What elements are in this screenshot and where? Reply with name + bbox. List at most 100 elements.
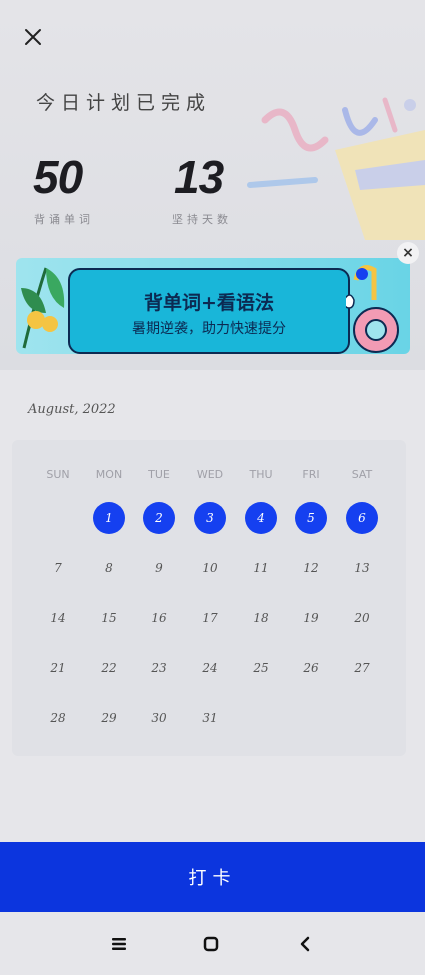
calendar-day-number: 11 [253,561,269,575]
banner-title: 背单词+看语法 [144,292,274,314]
calendar-day[interactable]: 8 [84,548,134,588]
weekday-label: SAT [351,467,373,481]
calendar-day[interactable]: 16 [134,598,184,638]
system-nav-bar [0,912,425,975]
calendar-week: 28 29 30 31 [12,698,406,738]
calendar-day[interactable]: 7 [33,548,83,588]
calendar-day[interactable]: 17 [185,598,235,638]
calendar-day[interactable]: 2 [134,498,184,538]
weekday-label: SUN [46,467,70,481]
calendar-day[interactable]: 19 [286,598,336,638]
calendar-day-number: 27 [354,661,370,675]
calendar-day-number: 1 [93,502,125,534]
calendar-week: 14 15 16 17 18 19 20 [12,598,406,638]
calendar-day[interactable]: 26 [286,648,336,688]
weekday-header: SUN MON TUE WED THU FRI SAT [12,454,406,494]
calendar-day[interactable]: 24 [185,648,235,688]
calendar-day-number: 12 [303,561,319,575]
calendar-day[interactable]: 5 [286,498,336,538]
calendar-day-number: 25 [253,661,269,675]
banner-card: 背单词+看语法 暑期逆袭，助力快速提分 [68,268,350,354]
streak-count: 13 [174,151,224,203]
calendar-day[interactable]: 23 [134,648,184,688]
calendar-day[interactable]: 13 [337,548,387,588]
calendar-day-number: 20 [354,611,370,625]
words-count: 50 [33,151,83,203]
weekday-label: TUE [148,467,170,481]
calendar-day[interactable]: 1 [84,498,134,538]
calendar-day[interactable]: 21 [33,648,83,688]
calendar-day[interactable]: 22 [84,648,134,688]
calendar-day-number: 30 [151,711,167,725]
calendar-empty-cell [33,498,83,538]
calendar-day[interactable]: 20 [337,598,387,638]
calendar-empty-cell [337,698,387,738]
calendar-day-number: 18 [253,611,269,625]
calendar-week: 123456 [12,498,406,538]
swim-ring-illustration [346,265,399,353]
menu-button[interactable] [107,932,131,956]
calendar-day[interactable]: 14 [33,598,83,638]
weekday-label: MON [95,467,123,481]
back-icon [300,936,310,952]
calendar-day[interactable]: 30 [134,698,184,738]
calendar-day-number: 22 [101,661,117,675]
calendar-day-number: 29 [101,711,117,725]
calendar-day[interactable]: 10 [185,548,235,588]
calendar-day[interactable]: 25 [236,648,286,688]
calendar-day[interactable]: 9 [134,548,184,588]
calendar-day[interactable]: 31 [185,698,235,738]
calendar-day[interactable]: 15 [84,598,134,638]
calendar-day-number: 9 [155,561,163,575]
calendar-day[interactable]: 28 [33,698,83,738]
home-icon [203,936,219,952]
calendar-day-number: 26 [303,661,319,675]
back-button[interactable] [293,932,317,956]
month-label: August, 2022 [28,402,116,417]
calendar-day[interactable]: 29 [84,698,134,738]
calendar-day[interactable]: 4 [236,498,286,538]
completion-title: 今日计划已完成 [36,92,212,114]
calendar-day[interactable]: 12 [286,548,336,588]
calendar-day-number: 28 [50,711,66,725]
calendar-empty-cell [236,698,286,738]
calendar-day-number: 31 [202,711,218,725]
calendar-day[interactable]: 3 [185,498,235,538]
banner-close-button[interactable]: × [397,242,419,264]
calendar-day[interactable]: 11 [236,548,286,588]
weekday-label: THU [249,467,273,481]
calendar-day[interactable]: 18 [236,598,286,638]
promo-banner[interactable]: 背单词+看语法 暑期逆袭，助力快速提分 [16,258,410,354]
calendar-day-number: 8 [105,561,113,575]
calendar-day[interactable]: 6 [337,498,387,538]
calendar-day-number: 23 [151,661,167,675]
calendar-day-number: 21 [50,661,66,675]
weekday-label: FRI [302,467,320,481]
calendar-day-number: 7 [54,561,62,575]
calendar-day[interactable]: 27 [337,648,387,688]
calendar-day-number: 17 [202,611,218,625]
words-label: 背诵单词 [34,213,94,226]
streak-label: 坚持天数 [172,213,232,226]
calendar-day-number: 15 [101,611,117,625]
calendar-day-number: 6 [346,502,378,534]
calendar-day-number: 5 [295,502,327,534]
calendar-empty-cell [286,698,336,738]
calendar-day-number: 2 [143,502,175,534]
calendar: SUN MON TUE WED THU FRI SAT 1 2 3 4 5 6 7 8 9 10 1… [12,440,406,756]
home-button[interactable] [199,932,223,956]
plant-illustration [21,267,65,349]
checkin-button[interactable]: 打卡 [0,842,425,912]
calendar-day-number: 24 [202,661,218,675]
weekday-label: WED [196,467,224,481]
calendar-week: 7 8 9 10 11 12 13 [12,548,406,588]
calendar-day-number: 16 [151,611,167,625]
close-button[interactable] [18,22,48,52]
calendar-day-number: 4 [245,502,277,534]
calendar-day-number: 13 [354,561,370,575]
calendar-day-number: 3 [194,502,226,534]
close-icon [25,29,41,45]
calendar-day-number: 10 [202,561,218,575]
banner-subtitle: 暑期逆袭，助力快速提分 [132,321,286,337]
menu-icon [112,938,126,950]
